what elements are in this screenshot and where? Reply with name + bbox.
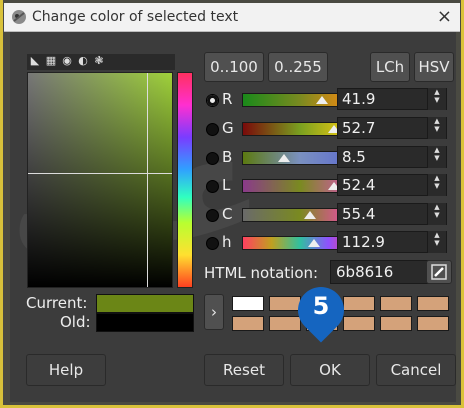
channel-label: R bbox=[222, 90, 233, 108]
slider-row-r: R 41.9 ▲ ▼ bbox=[206, 88, 447, 111]
channel-radio[interactable] bbox=[206, 123, 219, 136]
grid-icon[interactable]: ▦ bbox=[45, 55, 57, 67]
hue-strip[interactable] bbox=[177, 72, 193, 288]
spin-buttons[interactable]: ▲ ▼ bbox=[427, 117, 446, 139]
history-swatch[interactable] bbox=[343, 316, 375, 331]
ok-button[interactable]: OK bbox=[290, 354, 370, 386]
close-button[interactable]: × bbox=[437, 6, 452, 28]
old-label: Old: bbox=[60, 313, 91, 331]
reset-button[interactable]: Reset bbox=[204, 354, 284, 386]
crosshair-vertical bbox=[147, 73, 148, 287]
gimp-app-icon bbox=[12, 10, 26, 24]
hsv-button[interactable]: HSV bbox=[414, 52, 454, 82]
slider-marker[interactable] bbox=[308, 239, 320, 247]
current-color-swatch bbox=[96, 294, 194, 313]
current-label: Current: bbox=[26, 294, 88, 312]
color-mode-tabs: ◣ ▦ ◉ ◐ ❃ bbox=[27, 54, 175, 70]
channel-label: G bbox=[222, 119, 234, 137]
color-picker-button[interactable] bbox=[426, 260, 452, 284]
spin-buttons[interactable]: ▲ ▼ bbox=[427, 231, 446, 253]
slider-row-h: h 112.9 ▲ ▼ bbox=[206, 231, 447, 254]
step-badge-number: 5 bbox=[312, 292, 330, 320]
html-notation-input[interactable]: 6b8616 bbox=[330, 260, 432, 284]
channel-label: L bbox=[222, 176, 231, 194]
channel-label: C bbox=[222, 205, 233, 223]
saturation-value-area[interactable] bbox=[27, 72, 173, 288]
channel-label: B bbox=[222, 148, 233, 166]
window-title: Change color of selected text bbox=[32, 9, 239, 25]
history-swatch[interactable] bbox=[380, 316, 412, 331]
history-swatch[interactable] bbox=[380, 296, 412, 311]
channel-radio[interactable] bbox=[206, 180, 219, 193]
history-swatch[interactable] bbox=[232, 296, 264, 311]
channel-radio[interactable] bbox=[206, 94, 219, 107]
eyedropper-icon bbox=[431, 264, 447, 280]
range-0-255-button[interactable]: 0..255 bbox=[268, 52, 328, 82]
slider-row-l: L 52.4 ▲ ▼ bbox=[206, 174, 447, 197]
wheel-icon[interactable]: ◐ bbox=[77, 55, 89, 67]
channel-radio[interactable] bbox=[206, 209, 219, 222]
slider-row-c: C 55.4 ▲ ▼ bbox=[206, 203, 447, 226]
old-color-swatch bbox=[96, 313, 194, 332]
crosshair-horizontal bbox=[28, 173, 172, 174]
arrow-right-icon: › bbox=[211, 303, 217, 321]
slider-row-g: G 52.7 ▲ ▼ bbox=[206, 117, 447, 140]
spin-buttons[interactable]: ▲ ▼ bbox=[427, 146, 446, 168]
range-0-100-button[interactable]: 0..100 bbox=[204, 52, 264, 82]
channel-radio[interactable] bbox=[206, 237, 219, 250]
history-swatch[interactable] bbox=[269, 316, 301, 331]
slider-marker[interactable] bbox=[278, 154, 290, 162]
palette-icon[interactable]: ❃ bbox=[93, 55, 105, 67]
title-bar: Change color of selected text × bbox=[4, 3, 460, 32]
slider-marker[interactable] bbox=[316, 96, 328, 104]
add-to-history-button[interactable]: › bbox=[204, 294, 224, 330]
triangle-icon[interactable]: ◣ bbox=[29, 55, 41, 67]
history-swatch[interactable] bbox=[343, 296, 375, 311]
history-swatch[interactable] bbox=[417, 296, 449, 311]
slider-row-b: B 8.5 ▲ ▼ bbox=[206, 146, 447, 169]
cancel-button[interactable]: Cancel bbox=[376, 354, 456, 386]
circle-icon[interactable]: ◉ bbox=[61, 55, 73, 67]
spin-buttons[interactable]: ▲ ▼ bbox=[427, 203, 446, 225]
html-notation-label: HTML notation: bbox=[204, 264, 319, 282]
lch-button[interactable]: LCh bbox=[370, 52, 410, 82]
spin-buttons[interactable]: ▲ ▼ bbox=[427, 174, 446, 196]
history-swatch[interactable] bbox=[232, 316, 264, 331]
slider-marker[interactable] bbox=[304, 211, 316, 219]
channel-label: h bbox=[222, 233, 232, 251]
help-button[interactable]: Help bbox=[26, 354, 106, 386]
history-swatch[interactable] bbox=[417, 316, 449, 331]
color-dialog: عي ◣ ▦ ◉ ◐ ❃ 0..100 0..255 LCh HSV R41.9… bbox=[10, 32, 456, 402]
channel-radio[interactable] bbox=[206, 152, 219, 165]
spin-buttons[interactable]: ▲ ▼ bbox=[427, 88, 446, 110]
history-swatch[interactable] bbox=[269, 296, 301, 311]
